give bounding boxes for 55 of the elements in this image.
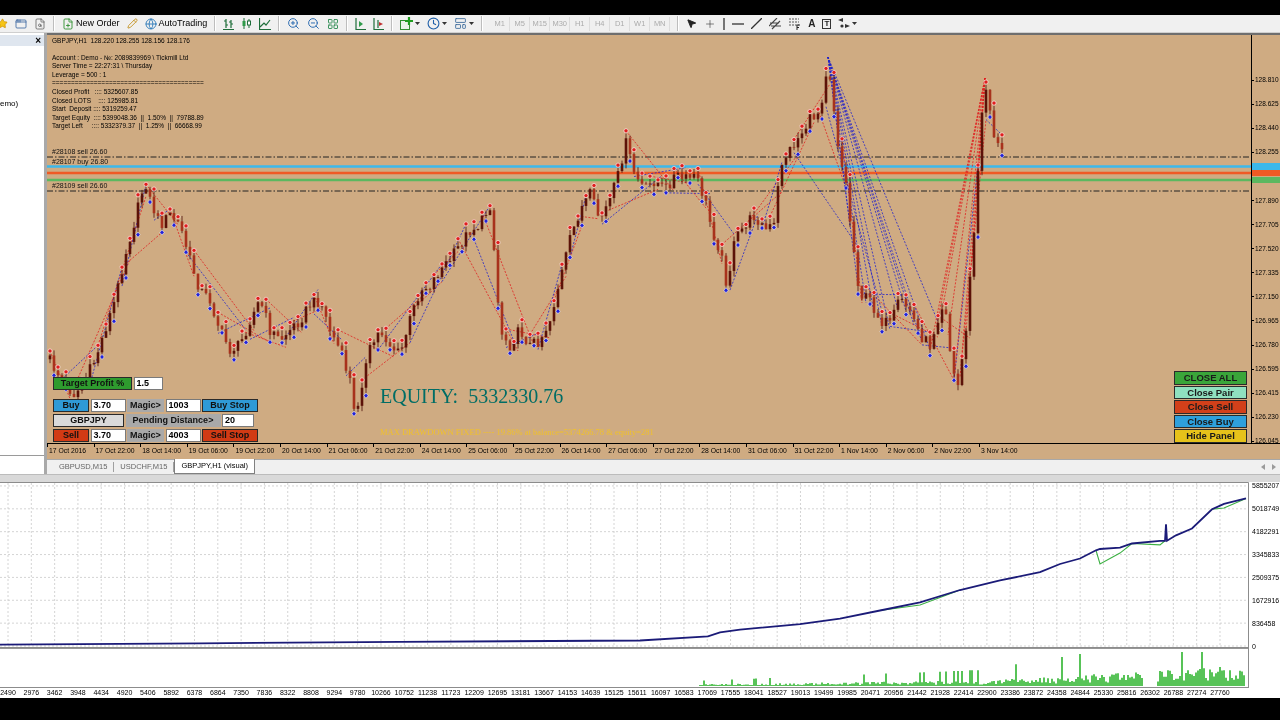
text-tool-button[interactable]: A: [808, 18, 816, 29]
field-label: Pending Distance>: [125, 414, 221, 427]
panel-button[interactable]: Target Profit %: [53, 377, 132, 390]
panel-button[interactable]: Sell: [53, 429, 89, 442]
document-search-icon[interactable]: [34, 17, 46, 30]
clock-icon[interactable]: [427, 17, 441, 30]
stacked-lines-icon[interactable]: [789, 17, 802, 30]
panel-button[interactable]: GBPJPY: [53, 414, 124, 427]
vertical-line-icon[interactable]: [723, 17, 726, 30]
close-button[interactable]: ×: [35, 35, 41, 46]
value-field[interactable]: 1.5: [133, 377, 163, 390]
zoom-in-icon[interactable]: [287, 17, 301, 30]
caret-icon[interactable]: [469, 22, 475, 25]
horizontal-line-icon[interactable]: [732, 22, 745, 25]
panel-button[interactable]: Buy Stop: [202, 399, 258, 412]
layout-icon[interactable]: [454, 17, 468, 30]
action-button[interactable]: Close Buy: [1174, 414, 1247, 428]
value-field[interactable]: 3.70: [90, 399, 126, 412]
action-button[interactable]: Hide Panel: [1174, 429, 1247, 443]
parallel-lines-icon[interactable]: [769, 17, 783, 30]
new-order-button[interactable]: New Order: [62, 15, 120, 32]
shapes-icon[interactable]: [838, 18, 851, 29]
caret-icon[interactable]: [442, 22, 448, 25]
file-plus-icon: [62, 17, 74, 30]
zoom-out-icon[interactable]: [307, 17, 321, 30]
field-label: Magic>: [127, 399, 164, 412]
axis-arrow-icon[interactable]: [373, 17, 385, 30]
equity-readout: EQUITY: 5332330.76: [380, 385, 564, 407]
autotrading-button[interactable]: AutoTrading: [144, 15, 208, 32]
action-button[interactable]: Close Pair: [1174, 385, 1247, 399]
ohlc-bars-icon[interactable]: [223, 17, 235, 30]
line-chart-icon[interactable]: [259, 17, 272, 30]
drawdown-note: MAX DRAWDOWN FIXED ---- 19.86% at balance=5374266.78 & equity=281: [380, 427, 654, 437]
action-button[interactable]: CLOSE ALL: [1174, 371, 1247, 385]
value-field[interactable]: 1003: [165, 399, 201, 412]
navigator-item[interactable]: emo): [0, 99, 19, 109]
cursor-icon[interactable]: [686, 18, 698, 29]
value-field[interactable]: 20: [222, 414, 254, 427]
label-tool-button[interactable]: T: [822, 18, 832, 29]
field-label: Magic>: [127, 429, 164, 442]
square-plus-icon[interactable]: [400, 17, 414, 30]
globe-icon: [144, 17, 157, 30]
panel-button[interactable]: Buy: [53, 399, 89, 412]
value-field[interactable]: 4003: [165, 429, 201, 442]
panel-button[interactable]: Sell Stop: [202, 429, 258, 442]
star-icon[interactable]: [0, 18, 8, 29]
window-icon[interactable]: [15, 17, 27, 30]
grid-icon[interactable]: [327, 17, 340, 30]
caret-icon[interactable]: [415, 22, 421, 25]
value-field[interactable]: 3.70: [90, 429, 126, 442]
caret-icon[interactable]: [852, 22, 858, 25]
candlestick-icon[interactable]: [241, 17, 253, 30]
trend-line-icon[interactable]: [751, 18, 763, 29]
action-button[interactable]: Close Sell: [1174, 400, 1247, 414]
axis-triangle-icon[interactable]: [355, 17, 367, 30]
